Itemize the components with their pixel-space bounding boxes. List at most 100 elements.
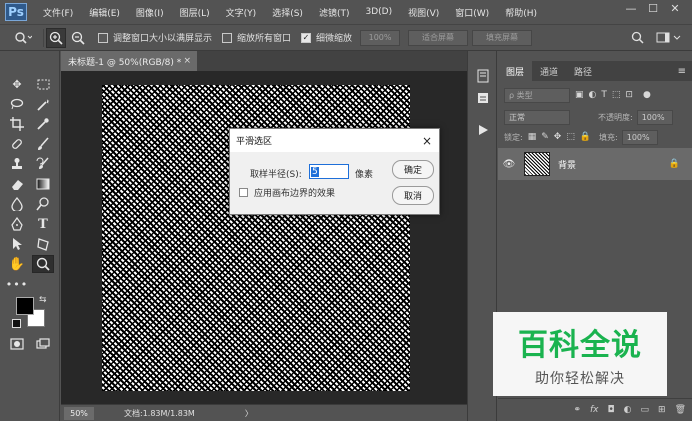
type-tool[interactable]: T (32, 215, 54, 233)
new-group-icon[interactable]: ▭ (641, 405, 650, 415)
crop-tool[interactable] (6, 115, 28, 133)
watermark-logo: 百科全说 助你轻松解决 (493, 312, 667, 396)
brush-tool[interactable] (32, 135, 54, 153)
history-panel-button[interactable] (473, 67, 493, 85)
lasso-tool[interactable] (6, 95, 28, 113)
lock-pixels-icon[interactable]: ✎ (541, 132, 549, 142)
lock-position-icon[interactable]: ✥ (554, 132, 562, 142)
menu-window[interactable]: 窗口(W) (447, 6, 497, 19)
menu-help[interactable]: 帮助(H) (497, 6, 545, 19)
gradient-tool[interactable] (32, 175, 54, 193)
blur-tool[interactable] (6, 195, 28, 213)
actions-panel-button[interactable] (473, 121, 493, 139)
scrubby-zoom-option[interactable]: ✓ 细微缩放 (301, 31, 352, 44)
foreground-color-swatch[interactable] (16, 297, 34, 315)
fit-screen-button[interactable]: 适合屏幕 (408, 29, 469, 46)
zoom-tool[interactable] (32, 255, 54, 273)
fill-screen-button[interactable]: 填充屏幕 (472, 29, 533, 46)
layer-style-icon[interactable]: fx (590, 405, 599, 415)
layer-row-background[interactable]: 👁 背景 🔒 (498, 148, 692, 180)
magic-wand-tool[interactable] (32, 95, 54, 113)
add-mask-icon[interactable]: ◘ (608, 405, 615, 415)
dialog-close-icon[interactable]: × (422, 134, 432, 148)
layer-filter-kind[interactable]: ρ 类型 (504, 87, 570, 103)
visibility-eye-icon[interactable]: 👁 (498, 159, 520, 170)
new-layer-icon[interactable]: ⊞ (658, 405, 666, 415)
zoom-all-option[interactable]: 缩放所有窗口 (222, 31, 291, 44)
more-tools[interactable]: ••• (6, 275, 28, 293)
move-tool[interactable]: ✥ (6, 75, 28, 93)
workspace-icon[interactable] (656, 31, 682, 44)
maximize-button[interactable]: ☐ (642, 0, 664, 16)
panel-menu-icon[interactable]: ≡ (678, 66, 686, 77)
history-brush-tool[interactable] (32, 155, 54, 173)
canvas-area[interactable] (61, 71, 467, 404)
resize-windows-checkbox[interactable] (98, 32, 108, 43)
shape-filter-icon[interactable]: ⬚ (612, 90, 621, 100)
menu-layer[interactable]: 图层(L) (172, 6, 218, 19)
adjustment-filter-icon[interactable]: ◐ (589, 90, 597, 100)
menu-image[interactable]: 图像(I) (128, 6, 172, 19)
zoom-out-icon (71, 31, 85, 45)
zoom-tool-preset[interactable] (10, 28, 36, 48)
tab-channels[interactable]: 通道 (532, 61, 566, 81)
search-icon[interactable] (631, 31, 644, 44)
zoom-100-button[interactable]: 100% (360, 29, 401, 46)
blend-mode-select[interactable]: 正常 (504, 109, 570, 125)
close-tab-icon[interactable]: × (183, 56, 191, 66)
filter-toggle-icon[interactable]: ● (643, 90, 651, 100)
tab-paths[interactable]: 路径 (566, 61, 600, 81)
document-tab[interactable]: 未标题-1 @ 50%(RGB/8) * × (61, 51, 197, 71)
swap-colors-icon[interactable]: ⇆ (39, 295, 47, 305)
properties-panel-button[interactable] (473, 89, 493, 107)
eraser-tool[interactable] (6, 175, 28, 193)
apply-canvas-bounds-checkbox[interactable] (239, 188, 248, 197)
screen-mode-button[interactable] (32, 335, 54, 353)
quick-mask-button[interactable] (6, 335, 28, 353)
menu-select[interactable]: 选择(S) (264, 6, 311, 19)
new-adjustment-icon[interactable]: ◐ (624, 405, 632, 415)
pixel-filter-icon[interactable]: ▣ (575, 90, 584, 100)
close-window-button[interactable]: ✕ (664, 0, 686, 16)
menu-type[interactable]: 文字(Y) (218, 6, 265, 19)
zoom-out-button[interactable] (68, 28, 88, 48)
menu-edit[interactable]: 编辑(E) (81, 6, 128, 19)
path-selection-tool[interactable] (6, 235, 28, 253)
status-menu-arrow[interactable]: 〉 (245, 408, 253, 419)
zoom-all-checkbox[interactable] (222, 32, 233, 43)
link-layers-icon[interactable]: ⚭ (573, 405, 581, 415)
eyedropper-tool[interactable] (32, 115, 54, 133)
menu-filter[interactable]: 滤镜(T) (311, 6, 358, 19)
move-icon: ✥ (12, 77, 22, 91)
layer-lock-icon[interactable]: 🔒 (669, 159, 680, 169)
dodge-tool[interactable] (32, 195, 54, 213)
type-filter-icon[interactable]: T (601, 90, 607, 100)
hand-tool[interactable]: ✋ (6, 255, 28, 273)
apply-canvas-bounds-option[interactable]: 应用画布边界的效果 (239, 186, 335, 199)
opacity-field[interactable]: 100% (636, 109, 673, 125)
minimize-button[interactable]: — (620, 0, 642, 16)
menu-file[interactable]: 文件(F) (35, 6, 81, 19)
delete-layer-icon[interactable]: 🗑 (675, 405, 686, 415)
zoom-level-field[interactable]: 50% (64, 406, 94, 420)
pen-tool[interactable] (6, 215, 28, 233)
fill-field[interactable]: 100% (621, 129, 658, 145)
scrubby-zoom-checkbox[interactable]: ✓ (301, 32, 312, 43)
lock-all-icon[interactable]: 🔒 (580, 132, 591, 142)
clone-stamp-tool[interactable] (6, 155, 28, 173)
default-colors-icon[interactable] (12, 319, 21, 328)
resize-windows-option[interactable]: 调整窗口大小以满屏显示 (98, 31, 212, 44)
smart-object-filter-icon[interactable]: ⊡ (625, 90, 633, 100)
lock-transparent-icon[interactable]: ▦ (528, 132, 537, 142)
cancel-button[interactable]: 取消 (392, 186, 434, 205)
marquee-tool[interactable] (32, 75, 54, 93)
sample-radius-input[interactable]: 5 (309, 164, 349, 179)
menu-3d[interactable]: 3D(D) (357, 7, 400, 17)
menu-view[interactable]: 视图(V) (400, 6, 447, 19)
ok-button[interactable]: 确定 (392, 160, 434, 179)
healing-brush-tool[interactable] (6, 135, 28, 153)
shape-tool[interactable] (32, 235, 54, 253)
zoom-in-button[interactable] (46, 27, 66, 48)
lock-artboard-icon[interactable]: ⬚ (566, 132, 575, 142)
tab-layers[interactable]: 图层 (498, 61, 533, 81)
